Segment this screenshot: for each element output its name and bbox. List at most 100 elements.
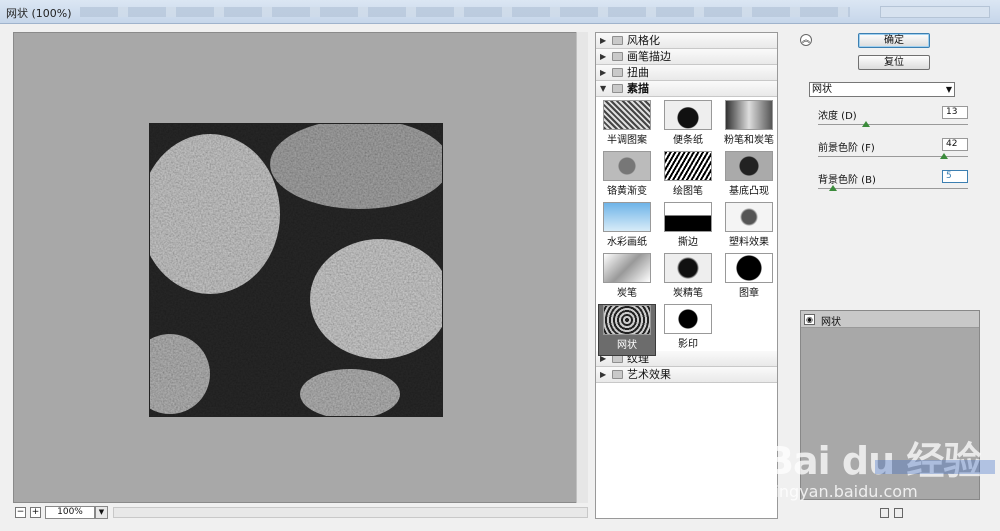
filter-thumbnail-image [603,253,651,283]
filter-thumbnail-image [603,151,651,181]
preview-image [149,123,443,417]
zoom-level-field[interactable]: 100% [45,506,95,519]
folder-icon [612,36,623,45]
eye-icon[interactable]: ◉ [804,314,815,325]
category-item[interactable]: ▶ 扭曲 [596,65,777,81]
category-label: 画笔描边 [627,50,671,63]
filter-thumbnail-image [664,202,712,232]
filter-thumbnail[interactable]: 炭笔 [598,253,656,305]
filter-thumbnail[interactable]: 半调图案 [598,100,656,152]
filter-thumbnail-label: 铬黄渐变 [607,186,647,197]
filter-thumbnail[interactable]: 撕边 [659,202,717,254]
filter-thumbnail[interactable]: 影印 [659,304,717,356]
category-label: 素描 [627,82,649,95]
filter-thumbnail-label: 粉笔和炭笔 [724,135,774,146]
filter-thumbnail-label: 塑料效果 [729,237,769,248]
filter-thumbnail-label: 图章 [739,288,759,299]
filter-thumbnail[interactable]: 炭精笔 [659,253,717,305]
preview-vertical-scrollbar[interactable] [576,32,588,503]
folder-icon [612,52,623,61]
category-item[interactable]: ▶ 画笔描边 [596,49,777,65]
filter-thumbnail-label: 基底凸现 [729,186,769,197]
filter-thumbnail[interactable]: 图章 [720,253,777,305]
filter-thumbnail[interactable]: 便条纸 [659,100,717,152]
filter-thumbnail-label: 炭精笔 [673,288,703,299]
param-value-field[interactable]: 5 [942,170,968,183]
expand-triangle-icon: ▶ [600,52,607,61]
filter-select[interactable]: 网状 ▼ [809,82,955,97]
watermark-logo: Bai du 经验 [765,430,981,485]
folder-icon [612,370,623,379]
category-item[interactable]: ▶ 艺术效果 [596,367,777,383]
effect-layer[interactable]: ◉ 网状 [801,311,979,328]
filter-thumbnail-image [603,202,651,232]
param-label: 背景色阶 (B) [818,175,876,186]
filter-thumbnail-image [725,253,773,283]
param-value-field[interactable]: 42 [942,138,968,151]
filter-select-value: 网状 [812,84,832,95]
folder-icon [612,68,623,77]
menu-bar-blurred [80,7,850,17]
filter-thumbnail-label: 半调图案 [607,135,647,146]
filter-thumbnail[interactable]: 铬黄渐变 [598,151,656,203]
filter-thumbnail-image [664,304,712,334]
expand-triangle-icon: ▶ [600,36,607,45]
watermark-toolbar [875,460,995,474]
zoom-bar: − + 100% ▼ [13,505,588,519]
filter-thumbnail-label: 影印 [678,339,698,350]
filter-thumbnail-label: 便条纸 [673,135,703,146]
title-right-area [880,6,990,18]
filter-thumbnail[interactable]: 基底凸现 [720,151,777,203]
effect-layer-name: 网状 [821,317,841,328]
filter-thumbnail-image [664,151,712,181]
filter-thumbnail[interactable]: 粉笔和炭笔 [720,100,777,152]
zoom-dropdown-icon[interactable]: ▼ [95,506,108,519]
filter-thumbnail-image [603,100,651,130]
baidu-watermark: Bai du 经验 jingyan.baidu.com [765,430,995,510]
title-bar: 网状 (100%) [0,0,1000,24]
collapse-browser-button[interactable]: ︽ [800,34,812,46]
filter-thumbnail-image [725,100,773,130]
filter-thumbnail-image [603,305,651,335]
zoom-out-button[interactable]: − [15,507,26,518]
filter-thumbnails: 半调图案 便条纸 粉笔和炭笔铬黄渐变 绘图笔 基底凸现水彩画纸 撕边 塑料效果炭笔 炭精笔 图章… [596,97,777,356]
expand-triangle-icon: ▶ [600,68,607,77]
filter-thumbnail-label: 炭笔 [617,288,637,299]
filter-thumbnail[interactable]: 网状 [598,304,656,356]
zoom-in-button[interactable]: + [30,507,41,518]
param-slider-knob[interactable] [829,185,837,191]
filter-thumbnail[interactable]: 水彩画纸 [598,202,656,254]
filter-thumbnail[interactable]: 塑料效果 [720,202,777,254]
param-label: 浓度 (D) [818,111,857,122]
filter-thumbnail-label: 水彩画纸 [607,237,647,248]
category-label: 扭曲 [627,66,649,79]
filter-thumbnail-image [725,151,773,181]
param-slider-knob[interactable] [940,153,948,159]
param-row: 前景色阶 (F) 42 [818,138,968,168]
param-label: 前景色阶 (F) [818,143,875,154]
reset-button[interactable]: 复位 [858,55,930,70]
param-row: 背景色阶 (B) 5 [818,170,968,200]
filter-settings: 网状 ▼ 浓度 (D) 13 前景色阶 (F) 42 背景色阶 (B) 5 [806,77,977,191]
filter-thumbnail-image [664,100,712,130]
mesh-texture [150,124,442,416]
param-row: 浓度 (D) 13 [818,106,968,136]
param-slider-knob[interactable] [862,121,870,127]
expand-triangle-icon: ▼ [600,84,607,93]
param-slider-track[interactable] [818,188,968,189]
preview-horizontal-scrollbar[interactable] [113,507,588,518]
watermark-url: jingyan.baidu.com [770,482,918,501]
param-slider-track[interactable] [818,124,968,125]
ok-button[interactable]: 确定 [858,33,930,48]
filter-thumbnail-label: 绘图笔 [673,186,703,197]
expand-triangle-icon: ▶ [600,370,607,379]
filter-thumbnail[interactable]: 绘图笔 [659,151,717,203]
category-sketch[interactable]: ▼ 素描 [596,81,777,97]
param-value-field[interactable]: 13 [942,106,968,119]
category-label: 艺术效果 [627,368,671,381]
filter-browser: ▶ 风格化 ▶ 画笔描边 ▶ 扭曲 ▼ 素描 半调图案 便条纸 粉笔和炭笔 铬黄渐变 绘图笔 基底凸… [595,32,778,519]
folder-icon [612,84,623,93]
category-item[interactable]: ▶ 风格化 [596,33,777,49]
preview-canvas[interactable] [13,32,588,503]
chevron-down-icon: ▼ [945,85,952,94]
